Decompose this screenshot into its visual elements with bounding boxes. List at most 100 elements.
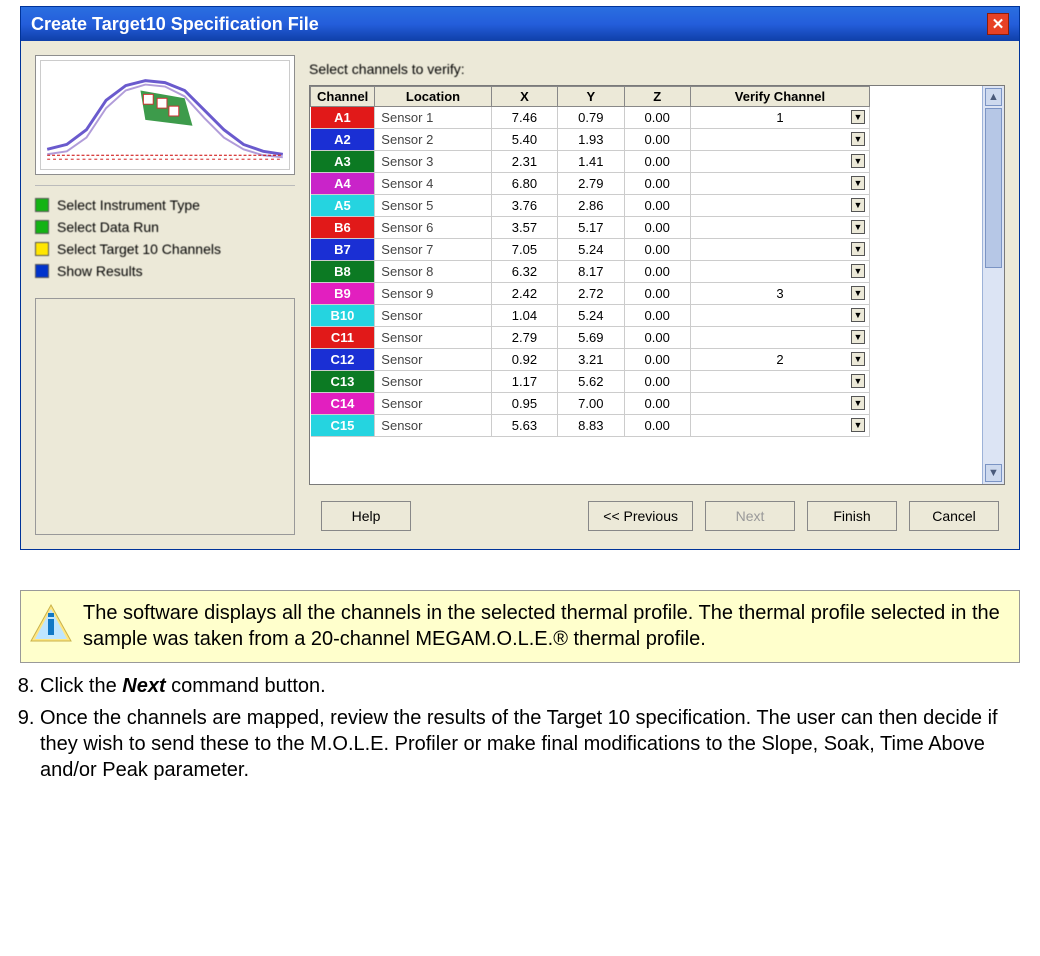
scroll-down-arrow-icon[interactable]: ▼ bbox=[985, 464, 1002, 482]
col-location: Location bbox=[375, 87, 491, 107]
dropdown-arrow-icon[interactable]: ▼ bbox=[851, 198, 865, 212]
dropdown-arrow-icon[interactable]: ▼ bbox=[851, 352, 865, 366]
cell-verify-channel[interactable]: ▼ bbox=[690, 239, 869, 261]
cell-verify-channel[interactable]: 1▼ bbox=[690, 107, 869, 129]
dropdown-arrow-icon[interactable]: ▼ bbox=[851, 396, 865, 410]
wizard-steps: Select Instrument Type Select Data Run S… bbox=[35, 185, 295, 282]
step-select-target10-channels[interactable]: Select Target 10 Channels bbox=[35, 238, 295, 260]
cell-z: 0.00 bbox=[624, 239, 690, 261]
cell-verify-channel[interactable]: 2▼ bbox=[690, 349, 869, 371]
cell-y: 5.24 bbox=[558, 239, 624, 261]
cell-y: 2.86 bbox=[558, 195, 624, 217]
scroll-up-arrow-icon[interactable]: ▲ bbox=[985, 88, 1002, 106]
cell-location: Sensor 5 bbox=[375, 195, 491, 217]
cell-x: 7.05 bbox=[491, 239, 557, 261]
step-show-results[interactable]: Show Results bbox=[35, 260, 295, 282]
cell-y: 5.24 bbox=[558, 305, 624, 327]
dropdown-arrow-icon[interactable]: ▼ bbox=[851, 176, 865, 190]
step-select-data-run[interactable]: Select Data Run bbox=[35, 216, 295, 238]
finish-button[interactable]: Finish bbox=[807, 501, 897, 531]
previous-button[interactable]: << Previous bbox=[588, 501, 693, 531]
table-row: A4Sensor 46.802.790.00▼ bbox=[311, 173, 870, 195]
wizard-button-bar: Help << Previous Next Finish Cancel bbox=[309, 485, 1005, 535]
cell-channel: A2 bbox=[311, 129, 375, 151]
cell-y: 8.17 bbox=[558, 261, 624, 283]
cell-channel: A3 bbox=[311, 151, 375, 173]
step-label: Select Data Run bbox=[57, 219, 159, 235]
cell-x: 3.57 bbox=[491, 217, 557, 239]
instruction-step-9: Once the channels are mapped, review the… bbox=[40, 705, 1020, 783]
cell-verify-channel[interactable]: ▼ bbox=[690, 129, 869, 151]
cell-verify-channel[interactable]: ▼ bbox=[690, 415, 869, 437]
cell-verify-channel[interactable]: ▼ bbox=[690, 195, 869, 217]
cell-z: 0.00 bbox=[624, 173, 690, 195]
channel-table-container: Channel Location X Y Z Verify Channel A1… bbox=[309, 85, 1005, 485]
step-status-icon bbox=[35, 220, 49, 234]
cell-verify-channel[interactable]: ▼ bbox=[690, 305, 869, 327]
titlebar: Create Target10 Specification File ✕ bbox=[21, 7, 1019, 41]
table-row: B6Sensor 63.575.170.00▼ bbox=[311, 217, 870, 239]
col-z: Z bbox=[624, 87, 690, 107]
cell-x: 3.76 bbox=[491, 195, 557, 217]
help-button[interactable]: Help bbox=[321, 501, 411, 531]
step-select-instrument-type[interactable]: Select Instrument Type bbox=[35, 194, 295, 216]
cell-verify-channel[interactable]: ▼ bbox=[690, 261, 869, 283]
dropdown-arrow-icon[interactable]: ▼ bbox=[851, 132, 865, 146]
table-row: B8Sensor 86.328.170.00▼ bbox=[311, 261, 870, 283]
cell-x: 1.04 bbox=[491, 305, 557, 327]
profile-thumbnail-frame bbox=[35, 55, 295, 175]
cell-verify-channel[interactable]: ▼ bbox=[690, 393, 869, 415]
cell-z: 0.00 bbox=[624, 129, 690, 151]
cell-verify-channel[interactable]: ▼ bbox=[690, 151, 869, 173]
cell-channel: B7 bbox=[311, 239, 375, 261]
step-status-icon bbox=[35, 242, 49, 256]
dropdown-arrow-icon[interactable]: ▼ bbox=[851, 220, 865, 234]
close-icon: ✕ bbox=[992, 15, 1005, 33]
table-row: C14Sensor0.957.000.00▼ bbox=[311, 393, 870, 415]
cell-channel: B8 bbox=[311, 261, 375, 283]
dropdown-arrow-icon[interactable]: ▼ bbox=[851, 154, 865, 168]
cell-location: Sensor bbox=[375, 371, 491, 393]
col-channel: Channel bbox=[311, 87, 375, 107]
cell-z: 0.00 bbox=[624, 393, 690, 415]
step8-prefix: Click the bbox=[40, 675, 122, 697]
dropdown-arrow-icon[interactable]: ▼ bbox=[851, 110, 865, 124]
cell-x: 2.31 bbox=[491, 151, 557, 173]
cell-verify-channel[interactable]: 3▼ bbox=[690, 283, 869, 305]
cell-verify-channel[interactable]: ▼ bbox=[690, 327, 869, 349]
table-row: B7Sensor 77.055.240.00▼ bbox=[311, 239, 870, 261]
cell-z: 0.00 bbox=[624, 195, 690, 217]
step8-bold: Next bbox=[122, 675, 165, 697]
documentation-section: The software displays all the channels i… bbox=[20, 590, 1020, 783]
step-status-icon bbox=[35, 264, 49, 278]
dropdown-arrow-icon[interactable]: ▼ bbox=[851, 308, 865, 322]
client-area: Select Instrument Type Select Data Run S… bbox=[21, 41, 1019, 549]
cell-z: 0.00 bbox=[624, 217, 690, 239]
cell-verify-channel[interactable]: ▼ bbox=[690, 371, 869, 393]
dropdown-arrow-icon[interactable]: ▼ bbox=[851, 374, 865, 388]
cell-verify-channel[interactable]: ▼ bbox=[690, 173, 869, 195]
col-y: Y bbox=[558, 87, 624, 107]
scroll-thumb[interactable] bbox=[985, 108, 1002, 268]
cell-y: 1.93 bbox=[558, 129, 624, 151]
close-button[interactable]: ✕ bbox=[987, 13, 1009, 35]
dropdown-arrow-icon[interactable]: ▼ bbox=[851, 330, 865, 344]
cell-y: 5.69 bbox=[558, 327, 624, 349]
cell-z: 0.00 bbox=[624, 349, 690, 371]
cell-verify-channel[interactable]: ▼ bbox=[690, 217, 869, 239]
cell-channel: C11 bbox=[311, 327, 375, 349]
dropdown-arrow-icon[interactable]: ▼ bbox=[851, 264, 865, 278]
cell-x: 0.95 bbox=[491, 393, 557, 415]
dropdown-arrow-icon[interactable]: ▼ bbox=[851, 242, 865, 256]
verify-value: 3 bbox=[776, 286, 783, 301]
info-note-text: The software displays all the channels i… bbox=[83, 601, 1007, 652]
step-label: Select Target 10 Channels bbox=[57, 241, 221, 257]
wizard-main: Select channels to verify: Channel Locat… bbox=[309, 55, 1005, 535]
dropdown-arrow-icon[interactable]: ▼ bbox=[851, 418, 865, 432]
cell-channel: B6 bbox=[311, 217, 375, 239]
table-row: B9Sensor 92.422.720.003▼ bbox=[311, 283, 870, 305]
cancel-button[interactable]: Cancel bbox=[909, 501, 999, 531]
dropdown-arrow-icon[interactable]: ▼ bbox=[851, 286, 865, 300]
table-row: B10Sensor1.045.240.00▼ bbox=[311, 305, 870, 327]
vertical-scrollbar[interactable]: ▲ ▼ bbox=[982, 86, 1004, 484]
